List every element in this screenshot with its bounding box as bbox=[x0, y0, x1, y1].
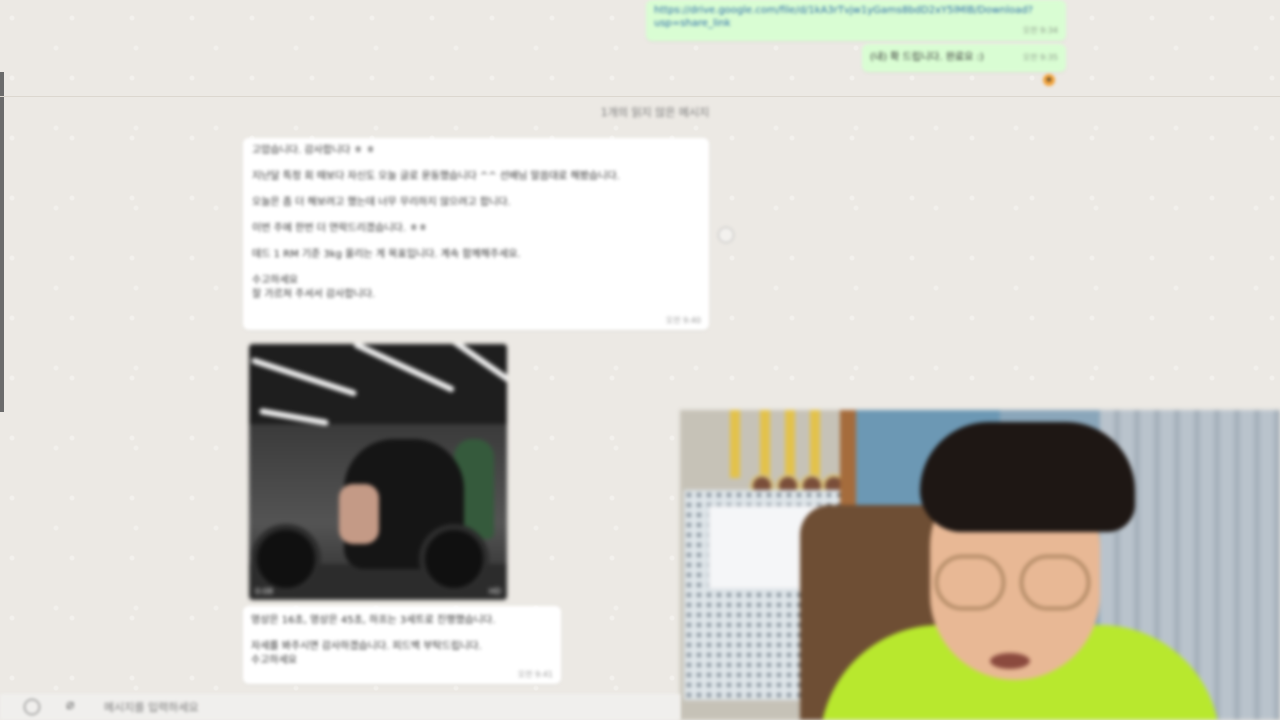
paperclip-icon[interactable]: ⌀ bbox=[66, 697, 74, 713]
message-line: 수고하세요 bbox=[252, 275, 298, 286]
incoming-text-message[interactable]: 고맙습니다. 감사합니다 ㅎ ㅎ 지난달 특정 회 때보다 자신도 오늘 글로 … bbox=[243, 138, 709, 330]
outgoing-link-message[interactable]: https://drive.google.com/file/d/1kA3rTvj… bbox=[646, 0, 1066, 41]
message-line: 오늘은 좀 더 해보려고 했는데 너무 무리하지 않으려고 합니다. bbox=[252, 197, 511, 208]
video-quality: HD bbox=[488, 587, 501, 596]
webcam-person-hair bbox=[920, 422, 1135, 532]
medal-ribbon bbox=[810, 410, 820, 478]
divider bbox=[0, 96, 1280, 97]
message-text: (내) 확 드립니다. 완료요 :) bbox=[870, 52, 984, 63]
message-line: 영상은 16초, 영상은 45초, 하프는 3세트로 진행했습니다. bbox=[251, 615, 496, 626]
window-edge bbox=[0, 72, 4, 412]
gym-photo-message[interactable]: 0:08 HD bbox=[249, 344, 507, 600]
message-line: 고맙습니다. 감사합니다 ㅎ ㅎ bbox=[252, 145, 376, 156]
message-time: 오전 9:35 bbox=[1022, 53, 1058, 62]
message-line: 자세를 봐주시면 감사하겠습니다. 피드백 부탁드립니다. bbox=[251, 641, 482, 652]
medal-ribbon bbox=[730, 410, 740, 478]
medal-ribbon bbox=[785, 410, 795, 478]
message-time: 오전 9:41 bbox=[517, 670, 553, 679]
message-time: 오전 9:34 bbox=[1022, 26, 1058, 35]
message-line: 수고하세요 bbox=[251, 655, 297, 666]
message-line: 잘 가르쳐 주셔서 감사합니다. bbox=[252, 289, 376, 300]
message-input[interactable] bbox=[104, 696, 664, 718]
message-line: 지난달 특정 회 때보다 자신도 오늘 글로 운동했습니다 ^^ 선배님 말씀대… bbox=[252, 171, 620, 182]
unread-divider: 1개의 읽지 않은 메시지 bbox=[600, 106, 710, 119]
reaction-badge[interactable]: ★ bbox=[1043, 74, 1055, 86]
link-text[interactable]: https://drive.google.com/file/d/1kA3rTvj… bbox=[654, 5, 1033, 29]
message-composer: ⌀ bbox=[0, 694, 680, 720]
message-line: 이번 주에 한번 더 연락드리겠습니다. ㅎㅎ bbox=[252, 223, 428, 234]
glasses-lens bbox=[1020, 555, 1090, 610]
outgoing-text-message[interactable]: (내) 확 드립니다. 완료요 :) 오전 9:35 bbox=[862, 44, 1066, 72]
weight-plate bbox=[419, 524, 489, 594]
message-line: 데드 1 RM 기준 3kg 올리는 게 목표입니다. 계속 함께해주세요. bbox=[252, 249, 521, 260]
medal-ribbon bbox=[760, 410, 770, 478]
message-time: 오전 9:40 bbox=[665, 316, 701, 325]
weight-plate bbox=[251, 524, 321, 594]
webcam-person-mouth bbox=[990, 653, 1030, 669]
incoming-caption-message[interactable]: 영상은 16초, 영상은 45초, 하프는 3세트로 진행했습니다. 자세를 봐… bbox=[243, 606, 561, 684]
glasses-lens bbox=[935, 555, 1005, 610]
photo-person-arm bbox=[339, 484, 379, 544]
forward-icon[interactable] bbox=[718, 227, 734, 243]
webcam-overlay[interactable] bbox=[680, 410, 1280, 720]
emoji-icon[interactable] bbox=[24, 699, 40, 715]
video-duration: 0:08 bbox=[255, 587, 273, 596]
